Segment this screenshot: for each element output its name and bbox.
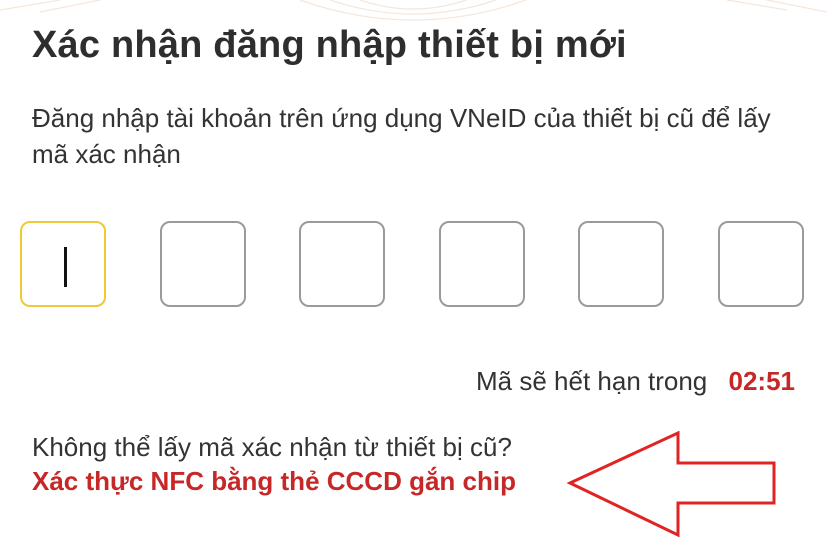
expiry-label: Mã sẽ hết hạn trong bbox=[476, 366, 708, 396]
help-section: Không thể lấy mã xác nhận từ thiết bị cũ… bbox=[32, 430, 592, 498]
otp-input-row bbox=[20, 221, 806, 309]
text-caret bbox=[64, 247, 67, 287]
otp-box-6[interactable] bbox=[718, 221, 804, 307]
nfc-verify-link[interactable]: Xác thực NFC bằng thẻ CCCD gắn chip bbox=[32, 464, 592, 498]
otp-box-3[interactable] bbox=[299, 221, 385, 307]
otp-box-4[interactable] bbox=[439, 221, 525, 307]
expiry-info: Mã sẽ hết hạn trong 02:51 bbox=[476, 366, 795, 397]
page-title: Xác nhận đăng nhập thiết bị mới bbox=[32, 24, 627, 66]
help-question: Không thể lấy mã xác nhận từ thiết bị cũ… bbox=[32, 432, 512, 462]
otp-box-5[interactable] bbox=[578, 221, 664, 307]
otp-box-2[interactable] bbox=[160, 221, 246, 307]
page-subtitle: Đăng nhập tài khoản trên ứng dụng VNeID … bbox=[32, 103, 771, 169]
arrow-annotation-icon bbox=[566, 430, 776, 538]
otp-box-1[interactable] bbox=[20, 221, 106, 307]
expiry-countdown: 02:51 bbox=[728, 366, 796, 396]
